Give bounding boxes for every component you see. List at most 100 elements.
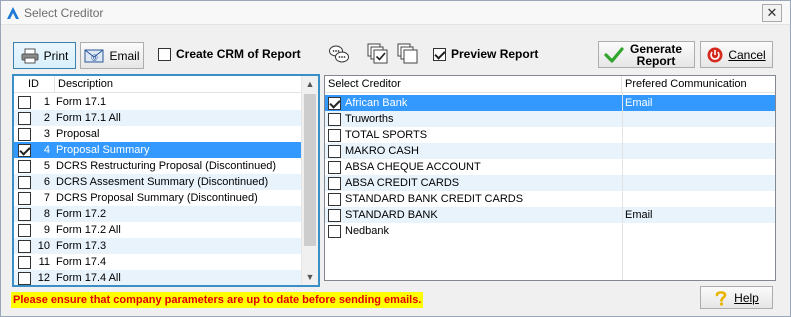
chat-bubbles-icon[interactable]: [328, 43, 350, 65]
report-row-checkbox[interactable]: [17, 255, 31, 269]
report-row-checkbox[interactable]: [17, 175, 31, 189]
report-row-id: 3: [43, 128, 50, 140]
report-row-checkbox-cell: [14, 110, 34, 126]
creditor-name: TOTAL SPORTS: [345, 129, 428, 141]
create-crm-checkbox[interactable]: [158, 47, 171, 61]
report-row-checkbox-cell: [14, 206, 34, 222]
creditor-row-checkbox-cell: [325, 127, 344, 143]
create-crm-option[interactable]: Create CRM of Report: [158, 47, 301, 61]
report-row[interactable]: 8 Form 17.2: [14, 206, 301, 222]
scrollbar-thumb[interactable]: [304, 94, 316, 246]
report-row-checkbox[interactable]: [17, 239, 31, 253]
generate-report-button[interactable]: Generate Report: [598, 41, 695, 68]
column-divider: [622, 93, 623, 280]
email-button[interactable]: @ Email: [80, 42, 144, 69]
report-row-checkbox[interactable]: [17, 95, 31, 109]
report-row[interactable]: 5 DCRS Restructuring Proposal (Discontinu…: [14, 158, 301, 174]
report-row-id: 8: [43, 208, 50, 220]
creditor-communication: [622, 159, 775, 175]
uncheck-all-icon[interactable]: [397, 43, 419, 65]
creditor-row-checkbox[interactable]: [328, 160, 341, 174]
report-row[interactable]: 2 Form 17.1 All: [14, 110, 301, 126]
report-row-checkbox[interactable]: [17, 143, 31, 157]
creditor-row[interactable]: African Bank Email: [325, 95, 775, 111]
creditor-row-checkbox[interactable]: [328, 208, 341, 222]
email-icon: @: [84, 49, 104, 62]
creditor-row[interactable]: TOTAL SPORTS: [325, 127, 775, 143]
creditor-row-checkbox[interactable]: [328, 96, 341, 110]
creditor-list[interactable]: Select Creditor Prefered Communication A…: [324, 75, 776, 281]
creditor-list-header: Select Creditor Prefered Communication: [325, 76, 775, 93]
column-header-description[interactable]: Description: [55, 76, 301, 93]
report-row-checkbox[interactable]: [17, 127, 31, 141]
column-header-id[interactable]: ID: [14, 76, 55, 93]
column-header-select-creditor[interactable]: Select Creditor: [325, 76, 622, 93]
creditor-name: ABSA CREDIT CARDS: [345, 177, 460, 189]
report-row[interactable]: 3 Proposal: [14, 126, 301, 142]
report-row-checkbox[interactable]: [17, 111, 31, 125]
report-row-checkbox-cell: [14, 254, 34, 270]
report-row[interactable]: 1 Form 17.1: [14, 94, 301, 110]
report-list[interactable]: ID Description 1 Form 17.1 2 Form 17.1 All 3…: [12, 74, 320, 287]
creditor-row-checkbox[interactable]: [328, 176, 341, 190]
help-button[interactable]: Help: [700, 286, 773, 309]
creditor-name: Nedbank: [345, 225, 390, 237]
creditor-row-checkbox-cell: [325, 111, 344, 127]
creditor-row[interactable]: Truworths: [325, 111, 775, 127]
report-row-description: Form 17.2: [56, 208, 107, 220]
report-row-checkbox[interactable]: [17, 223, 31, 237]
close-window-button[interactable]: ✕: [762, 4, 782, 22]
report-row[interactable]: 6 DCRS Assesment Summary (Discontinued): [14, 174, 301, 190]
report-list-scrollbar[interactable]: ▲ ▼: [301, 76, 318, 285]
preview-report-option[interactable]: Preview Report: [433, 47, 538, 61]
creditor-row-checkbox-cell: [325, 95, 344, 111]
report-row-id: 1: [43, 96, 50, 108]
report-row-description: Form 17.3: [56, 240, 107, 252]
creditor-row[interactable]: Nedbank: [325, 223, 775, 239]
printer-icon: [21, 48, 39, 63]
report-row-description: DCRS Restructuring Proposal (Discontinue…: [56, 160, 277, 172]
report-row-description: DCRS Proposal Summary (Discontinued): [56, 192, 258, 204]
report-row[interactable]: 9 Form 17.2 All: [14, 222, 301, 238]
creditor-row[interactable]: STANDARD BANK CREDIT CARDS: [325, 191, 775, 207]
report-row[interactable]: 4 Proposal Summary: [14, 142, 301, 158]
window-title: Select Creditor: [24, 6, 104, 20]
creditor-row-checkbox[interactable]: [328, 144, 341, 158]
report-row-checkbox-cell: [14, 190, 34, 206]
creditor-row[interactable]: MAKRO CASH: [325, 143, 775, 159]
creditor-row[interactable]: ABSA CHEQUE ACCOUNT: [325, 159, 775, 175]
report-row[interactable]: 7 DCRS Proposal Summary (Discontinued): [14, 190, 301, 206]
cancel-button[interactable]: Cancel: [700, 41, 773, 68]
report-row-checkbox[interactable]: [17, 271, 31, 285]
creditor-row[interactable]: STANDARD BANK Email: [325, 207, 775, 223]
creditor-row-checkbox[interactable]: [328, 224, 341, 238]
creditor-row-checkbox-cell: [325, 223, 344, 239]
report-row[interactable]: 12 Form 17.4 All: [14, 270, 301, 285]
creditor-row[interactable]: ABSA CREDIT CARDS: [325, 175, 775, 191]
report-row-checkbox-cell: [14, 94, 34, 110]
report-row-id: 5: [43, 160, 50, 172]
column-header-prefered-communication[interactable]: Prefered Communication: [622, 76, 775, 93]
power-icon: [707, 47, 723, 62]
report-row-checkbox-cell: [14, 126, 34, 142]
report-row-checkbox[interactable]: [17, 159, 31, 173]
report-row-description: Form 17.4 All: [56, 272, 121, 284]
check-all-icon[interactable]: [367, 43, 389, 65]
creditor-communication: Email: [625, 97, 653, 109]
app-logo-icon: [7, 7, 19, 19]
creditor-row-checkbox[interactable]: [328, 128, 341, 142]
scroll-down-arrow[interactable]: ▼: [302, 269, 318, 285]
creditor-row-checkbox[interactable]: [328, 112, 341, 126]
report-row-description: DCRS Assesment Summary (Discontinued): [56, 176, 269, 188]
creditor-row-checkbox-cell: [325, 207, 344, 223]
creditor-row-checkbox[interactable]: [328, 192, 341, 206]
report-row-checkbox-cell: [14, 238, 34, 254]
report-row[interactable]: 10 Form 17.3: [14, 238, 301, 254]
report-row[interactable]: 11 Form 17.4: [14, 254, 301, 270]
scroll-up-arrow[interactable]: ▲: [302, 76, 318, 92]
preview-report-checkbox[interactable]: [433, 47, 446, 61]
report-row-checkbox[interactable]: [17, 207, 31, 221]
print-button[interactable]: Print: [13, 42, 76, 69]
report-row-id: 9: [43, 224, 50, 236]
report-row-checkbox[interactable]: [17, 191, 31, 205]
